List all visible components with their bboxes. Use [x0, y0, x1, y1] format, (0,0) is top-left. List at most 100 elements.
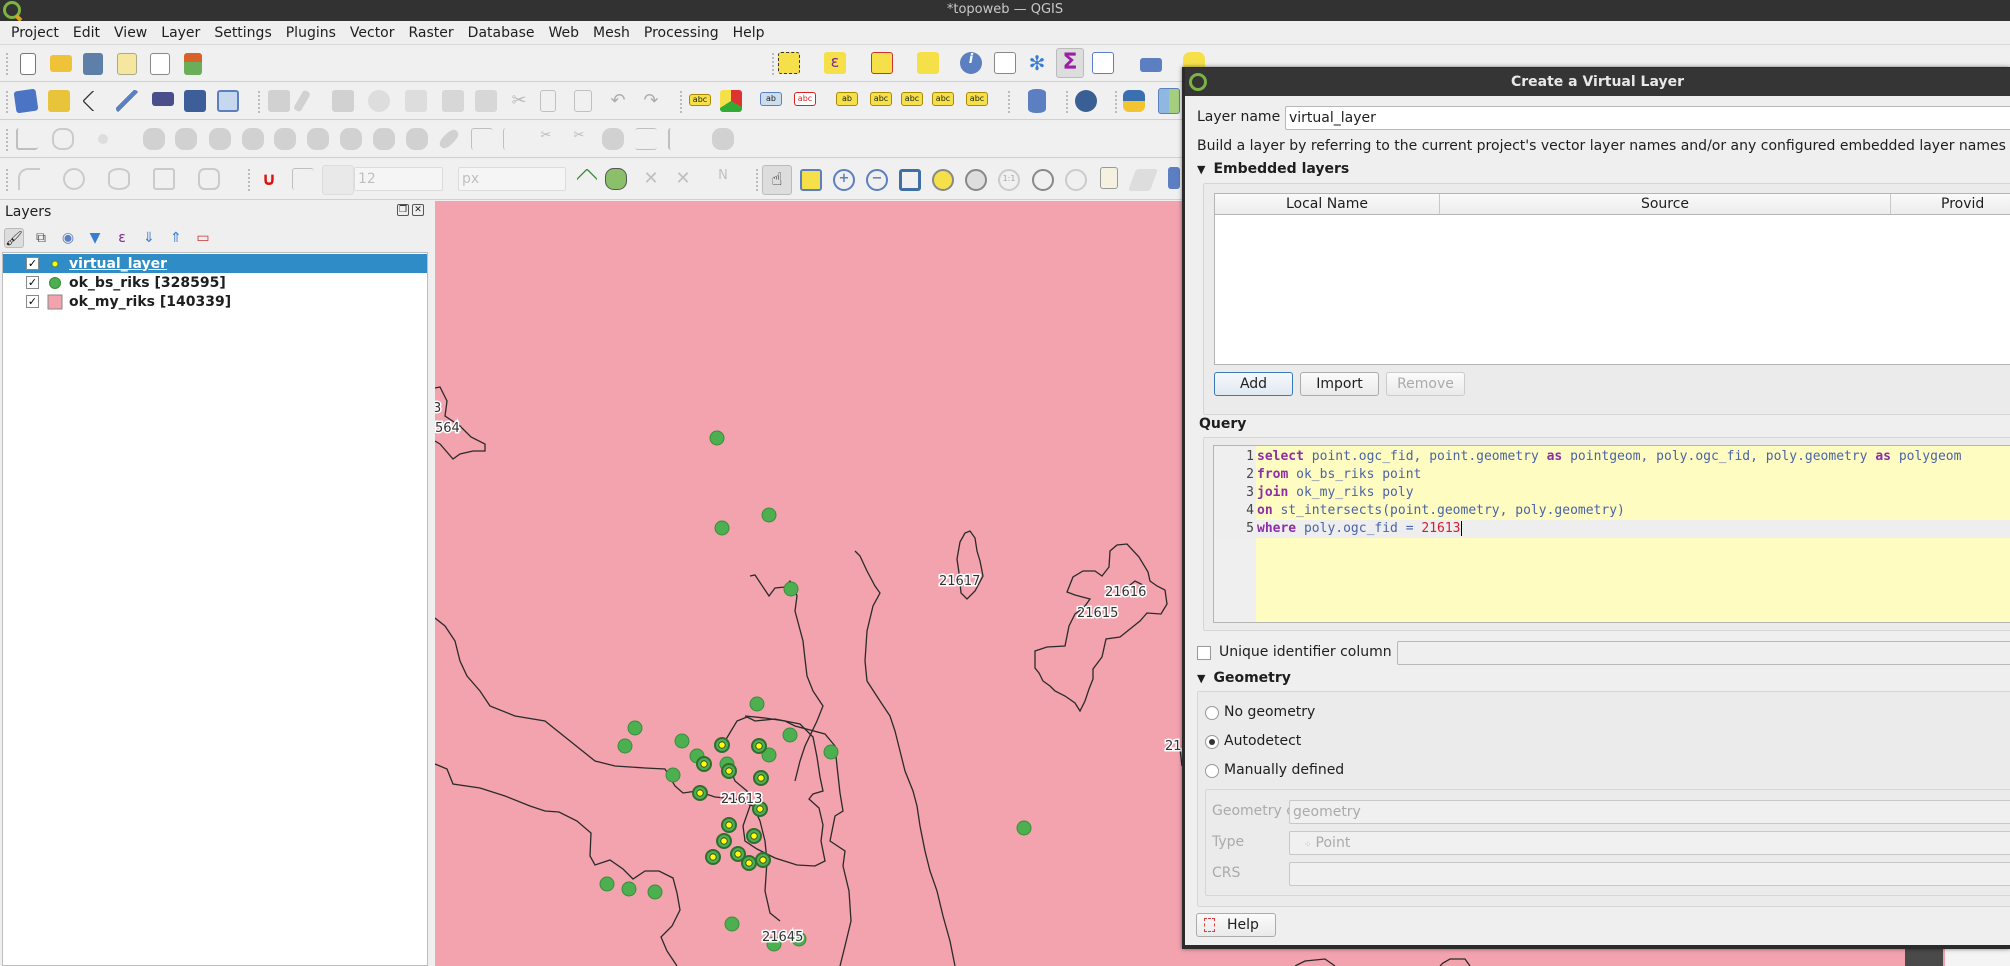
menu-settings[interactable]: Settings [207, 25, 278, 41]
offset-curve-icon[interactable] [274, 128, 296, 150]
menu-project[interactable]: Project [4, 25, 66, 41]
menu-view[interactable]: View [107, 25, 154, 41]
layer-visibility-checkbox[interactable]: ✓ [26, 295, 39, 308]
new-virtual-layer-icon[interactable] [184, 90, 206, 112]
toolbar-grip[interactable] [6, 91, 9, 113]
toolbar-grip[interactable] [6, 53, 9, 75]
add-regular-polygon-icon[interactable] [198, 168, 220, 190]
menu-processing[interactable]: Processing [637, 25, 726, 41]
undo-icon[interactable]: ↶ [607, 90, 629, 112]
reshape-icon[interactable] [712, 128, 734, 150]
menu-plugins[interactable]: Plugins [279, 25, 343, 41]
menu-help[interactable]: Help [726, 25, 772, 41]
new-map-view-icon[interactable] [1100, 167, 1118, 189]
copy-features-icon[interactable] [540, 90, 556, 112]
split-with-line-icon[interactable] [602, 128, 624, 150]
query-line[interactable]: 5 where poly.ogc_fid = 21613 [1214, 520, 2010, 538]
menu-mesh[interactable]: Mesh [586, 25, 637, 41]
trim-extend-icon[interactable]: ✂ [535, 128, 557, 150]
filter-by-expression-icon[interactable]: ε [112, 228, 132, 248]
unique-identifier-checkbox[interactable] [1197, 646, 1211, 660]
topological-editing-icon[interactable] [576, 168, 598, 190]
open-layer-styling-icon[interactable]: 🖌 [4, 228, 24, 248]
toggle-editing-icon[interactable] [293, 89, 311, 113]
menu-layer[interactable]: Layer [154, 25, 207, 41]
reshape-features-icon[interactable] [242, 128, 264, 150]
metasearch-icon[interactable] [1075, 90, 1097, 112]
embedded-layers-section-header[interactable]: ▼ Embedded layers [1197, 161, 1349, 177]
zoom-to-layer-icon[interactable] [965, 169, 987, 191]
delete-ring-icon[interactable] [175, 128, 197, 150]
no-geometry-radio[interactable] [1205, 706, 1219, 720]
paste-features-icon[interactable] [574, 90, 592, 112]
new-mesh-layer-icon[interactable] [217, 90, 239, 112]
new-3d-map-view-icon[interactable] [1127, 169, 1159, 191]
expand-all-icon[interactable]: ⇓ [139, 228, 159, 248]
add-ellipse-icon[interactable] [108, 168, 130, 190]
redo-icon[interactable]: ↷ [640, 90, 662, 112]
rotate-point-symbols-icon[interactable] [471, 128, 493, 150]
add-group-icon[interactable]: ⧉ [31, 228, 51, 248]
offset-point-symbols-icon[interactable] [503, 128, 525, 150]
embedded-layers-table[interactable]: Local Name Source Provid [1214, 193, 2010, 365]
toolbar-grip[interactable] [756, 169, 759, 191]
new-shapefile-layer-icon[interactable] [82, 90, 104, 112]
select-features-icon[interactable] [778, 52, 800, 74]
layer-item-virtual-layer[interactable]: ✓ virtual_layer [3, 254, 427, 273]
layer-name-input[interactable]: virtual_layer [1285, 106, 2010, 130]
add-button[interactable]: Add [1214, 372, 1293, 396]
menu-database[interactable]: Database [461, 25, 542, 41]
toolbar-grip[interactable] [1066, 91, 1069, 113]
simplify-feature-icon[interactable] [437, 127, 461, 151]
sql-query-editor[interactable]: 1 select point.ogc_fid, point.geometry as… [1213, 445, 2010, 623]
open-attribute-table-icon[interactable] [1092, 52, 1114, 74]
delete-part-icon[interactable] [209, 128, 231, 150]
menu-raster[interactable]: Raster [402, 25, 461, 41]
zoom-full-icon[interactable] [899, 169, 921, 191]
toolbar-grip[interactable] [1115, 91, 1118, 113]
add-ring-icon[interactable] [52, 128, 74, 150]
remove-layer-icon[interactable]: ▭ [193, 228, 213, 248]
style-manager-icon[interactable] [184, 53, 202, 75]
float-panel-icon[interactable]: ❐ [397, 204, 409, 216]
reverse-line-icon[interactable]: ✂ [568, 128, 590, 150]
toolbar-grip[interactable] [258, 91, 261, 113]
move-label-icon[interactable]: abc [901, 92, 923, 106]
layer-item-ok-my-riks[interactable]: ✓ ok_my_riks [140339] [3, 292, 427, 311]
zoom-out-icon[interactable]: − [866, 169, 888, 191]
modify-attributes-icon[interactable] [442, 90, 464, 112]
statistics-icon[interactable] [994, 52, 1016, 74]
collapse-all-icon[interactable]: ⇑ [166, 228, 186, 248]
circular-string-icon[interactable] [18, 168, 40, 190]
pin-unpin-labels-icon[interactable]: ab [836, 92, 858, 106]
query-line[interactable]: 1 select point.ogc_fid, point.geometry as… [1214, 448, 2010, 466]
save-project-icon[interactable] [83, 53, 103, 75]
enable-advanced-digitizing-icon[interactable] [16, 128, 38, 150]
snapping-tolerance-input[interactable]: 12 [354, 167, 443, 191]
zoom-to-selection-icon[interactable] [932, 169, 954, 191]
manage-visibility-icon[interactable]: ◉ [58, 228, 78, 248]
close-panel-icon[interactable]: ✕ [412, 204, 424, 216]
manually-defined-radio[interactable] [1205, 764, 1219, 778]
add-point-feature-icon[interactable] [368, 90, 390, 112]
menu-vector[interactable]: Vector [343, 25, 402, 41]
toggle-label-display-icon[interactable]: abc [794, 92, 816, 106]
dialog-titlebar[interactable]: Create a Virtual Layer [1185, 68, 2010, 96]
snapping-magnet-icon[interactable]: ∪ [258, 169, 280, 191]
query-line[interactable]: 4 on st_intersects(point.geometry, poly.g… [1214, 502, 2010, 520]
new-spatialite-layer-icon[interactable] [152, 92, 174, 106]
change-label-properties-icon[interactable]: abc [966, 92, 988, 106]
new-project-icon[interactable] [20, 53, 36, 75]
query-line[interactable]: 3 join ok_my_riks poly [1214, 484, 2010, 502]
select-by-expression-icon[interactable]: ε [824, 52, 846, 74]
snapping-on-intersection-icon[interactable]: N [712, 168, 734, 190]
layer-visibility-checkbox[interactable]: ✓ [26, 276, 39, 289]
save-layer-edits-icon[interactable] [332, 90, 354, 112]
open-project-icon[interactable] [50, 55, 72, 72]
processing-toolbox-icon[interactable]: ✻ [1026, 52, 1048, 74]
toolbar-grip[interactable] [680, 91, 683, 113]
zoom-native-resolution-icon[interactable]: 1:1 [998, 169, 1020, 191]
zoom-in-icon[interactable]: + [833, 169, 855, 191]
current-edits-icon[interactable] [268, 90, 290, 112]
autodetect-radio[interactable] [1205, 735, 1219, 749]
